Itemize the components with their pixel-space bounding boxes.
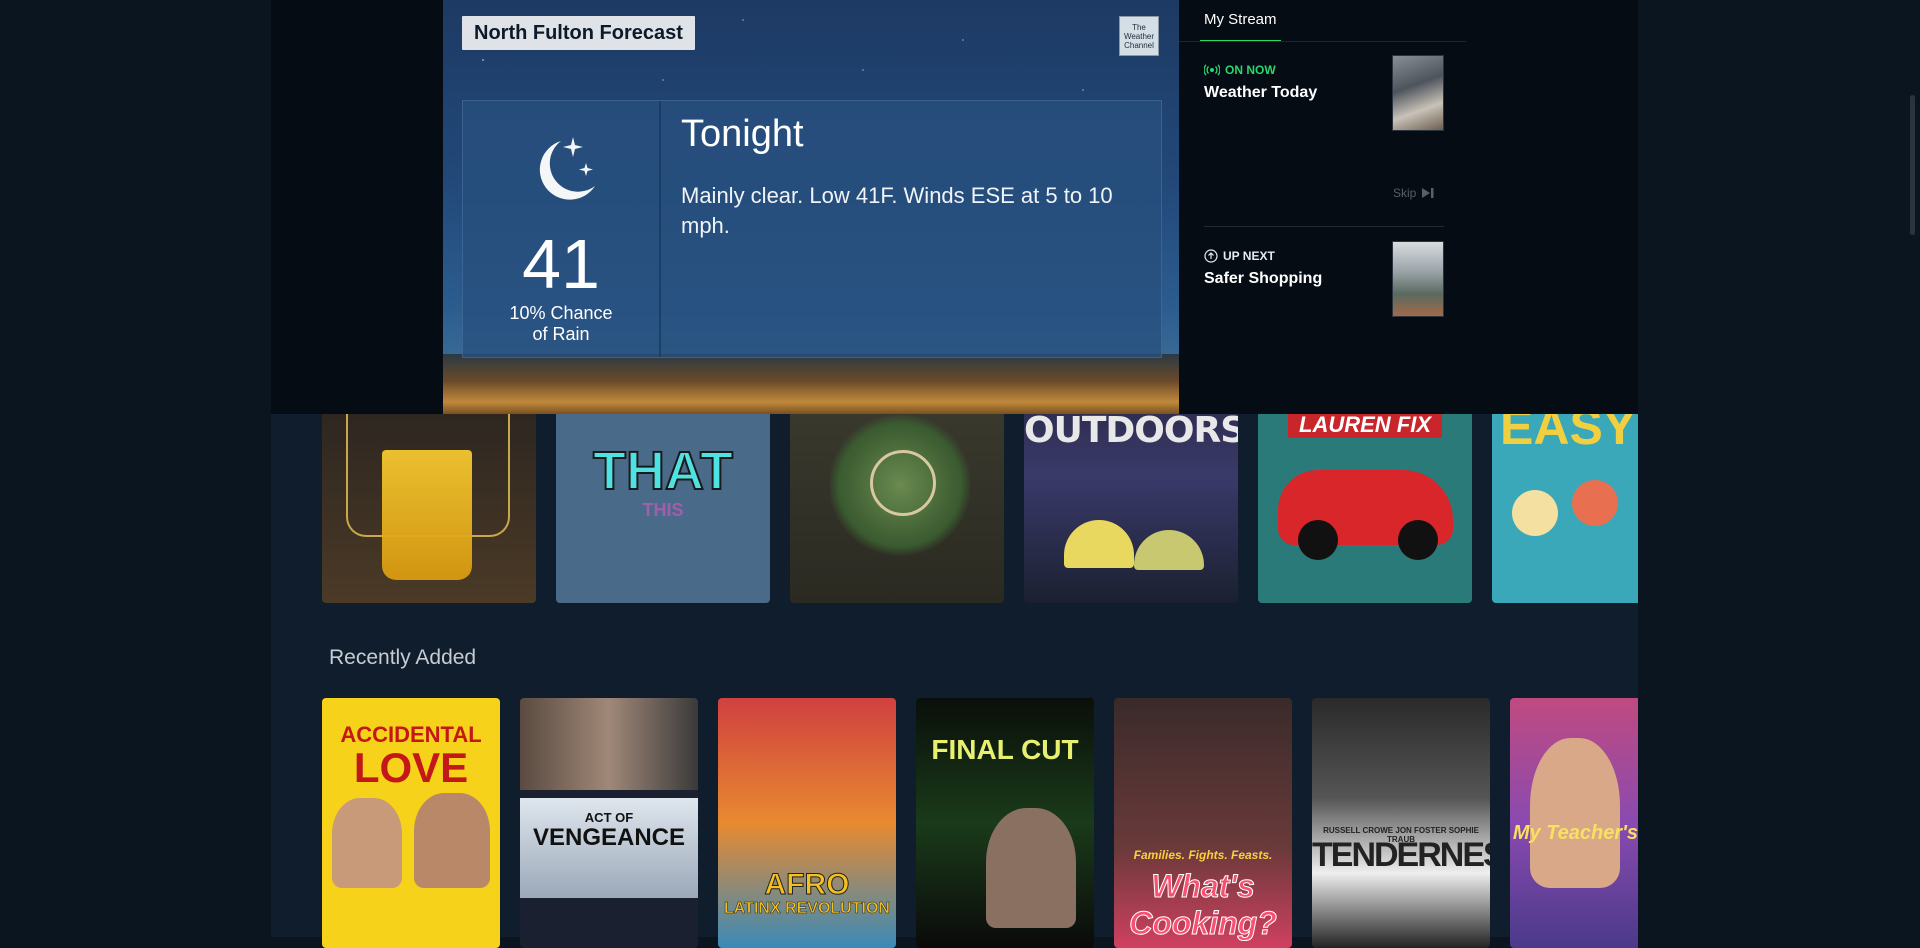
show-tile-holiday-wreath[interactable] xyxy=(790,390,1004,603)
up-next-thumbnail xyxy=(1392,241,1444,317)
poster-afro-latinx[interactable]: AFRO LATINX REVOLUTION xyxy=(718,698,896,948)
tab-my-stream[interactable]: My Stream xyxy=(1200,0,1281,42)
poster-my-teachers[interactable]: My Teacher's xyxy=(1510,698,1638,948)
poster-whats-cooking[interactable]: Families. Fights. Feasts. What's Cooking… xyxy=(1114,698,1292,948)
poster-tenderness[interactable]: RUSSELL CROWE JON FOSTER SOPHIE TRAUB TE… xyxy=(1312,698,1490,948)
horizon-image xyxy=(443,354,1179,414)
poster-accidental-love[interactable]: ACCIDENTAL LOVE xyxy=(322,698,500,948)
temperature: 41 xyxy=(522,225,600,303)
forecast-card: 41 10% Chance of Rain Tonight Mainly cle… xyxy=(462,100,1162,358)
weather-channel-logo: The Weather Channel xyxy=(1119,16,1159,56)
arrow-up-circle-icon xyxy=(1204,249,1218,263)
poster-the-final-cut[interactable]: FINAL CUT xyxy=(916,698,1094,948)
show-tile-great-outdoors[interactable]: OUTDOORS xyxy=(1024,390,1238,603)
show-tile-easy[interactable]: EASY xyxy=(1492,390,1638,603)
stream-item-up-next[interactable]: UP NEXT Safer Shopping xyxy=(1204,241,1444,317)
broadcast-icon xyxy=(1204,64,1220,76)
skip-button[interactable]: Skip xyxy=(1393,186,1435,200)
skip-next-icon xyxy=(1422,188,1434,198)
stream-separator xyxy=(1204,226,1444,227)
forecast-summary: 41 10% Chance of Rain xyxy=(463,101,661,357)
page-scrollbar[interactable] xyxy=(1910,95,1915,235)
poster-act-of-vengeance[interactable]: ACT OF VENGEANCE xyxy=(520,698,698,948)
tab-divider xyxy=(1179,41,1466,42)
show-tile-this-and-that[interactable]: THAT THIS xyxy=(556,390,770,603)
rain-chance: 10% Chance of Rain xyxy=(509,303,613,344)
show-tile-cocktail[interactable] xyxy=(322,390,536,603)
forecast-period: Tonight xyxy=(681,113,804,155)
section-title-recently-added: Recently Added xyxy=(329,646,477,669)
my-stream-panel: My Stream ON NOW Weather Today UP NEXT S… xyxy=(1179,0,1466,414)
clear-night-icon xyxy=(539,137,595,200)
forecast-description: Mainly clear. Low 41F. Winds ESE at 5 to… xyxy=(681,183,1113,238)
stream-item-on-now[interactable]: ON NOW Weather Today xyxy=(1204,55,1444,131)
show-tile-lauren-fix[interactable]: LAUREN FIX xyxy=(1258,390,1472,603)
on-now-thumbnail xyxy=(1392,55,1444,131)
forecast-title: North Fulton Forecast xyxy=(462,16,695,50)
video-player[interactable]: North Fulton Forecast The Weather Channe… xyxy=(443,0,1179,414)
